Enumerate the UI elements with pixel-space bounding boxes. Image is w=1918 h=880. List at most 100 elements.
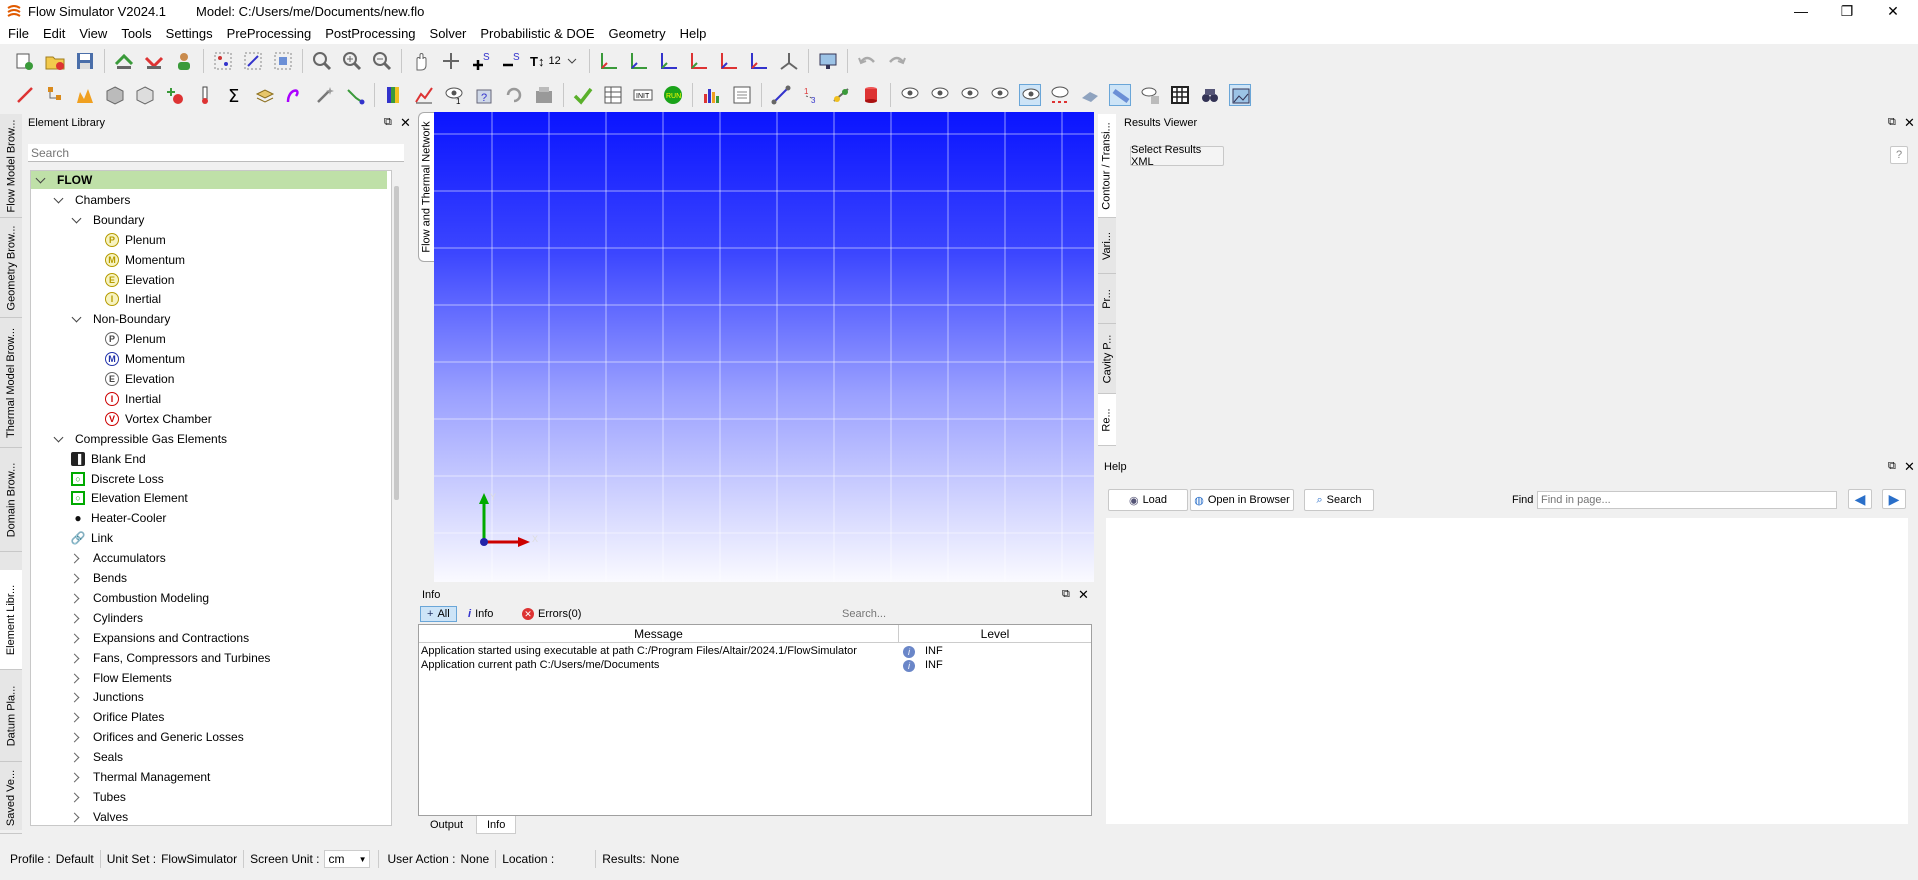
screen-capture-icon[interactable]: [817, 50, 839, 72]
chevron-right-icon[interactable]: [71, 572, 83, 584]
histogram-icon[interactable]: [74, 84, 96, 106]
zoom-out-icon[interactable]: [371, 50, 393, 72]
tab-geometry-browser[interactable]: Geometry Brow...: [0, 218, 22, 318]
move-icon[interactable]: [440, 50, 462, 72]
contour-icon[interactable]: [383, 84, 405, 106]
chevron-right-icon[interactable]: [71, 632, 83, 644]
eye-c-icon[interactable]: [989, 84, 1011, 106]
tree-item[interactable]: E Elevation: [105, 271, 174, 289]
chevron-right-icon[interactable]: [71, 811, 83, 823]
filter-all-button[interactable]: + All: [420, 606, 457, 622]
zoom-fit-icon[interactable]: [311, 50, 333, 72]
float-icon[interactable]: ⧉: [1888, 116, 1896, 129]
store-icon[interactable]: [533, 84, 555, 106]
help-icon[interactable]: ?: [1890, 146, 1908, 164]
tree-item[interactable]: Orifice Plates: [71, 708, 164, 726]
view-yx-icon[interactable]: [598, 50, 620, 72]
export-icon[interactable]: [143, 50, 165, 72]
redo-icon[interactable]: [886, 50, 908, 72]
filter-info-button[interactable]: i Info: [468, 606, 493, 622]
graphics-viewport[interactable]: Y X: [434, 112, 1094, 582]
close-button[interactable]: ✕: [1870, 0, 1916, 22]
tab-cavity-properties[interactable]: Cavity P...: [1098, 324, 1116, 394]
eye-dashed-icon[interactable]: [1049, 84, 1071, 106]
add-shape-icon[interactable]: [164, 84, 186, 106]
save-icon[interactable]: [74, 50, 96, 72]
tree-item[interactable]: Flow Elements: [71, 669, 172, 687]
tree-item[interactable]: V Vortex Chamber: [105, 410, 212, 428]
tab-element-library[interactable]: Element Libr...: [0, 570, 22, 670]
element-search-input[interactable]: [28, 144, 404, 162]
tab-properties[interactable]: Pr...: [1098, 274, 1116, 324]
info-search-input[interactable]: [840, 606, 1088, 622]
curve-icon[interactable]: [284, 84, 306, 106]
run-icon[interactable]: RUN: [662, 84, 684, 106]
menu-postprocessing[interactable]: PostProcessing: [325, 26, 415, 41]
tree-item[interactable]: M Momentum: [105, 251, 185, 269]
menu-solver[interactable]: Solver: [430, 26, 467, 41]
grid-eye-icon[interactable]: [1139, 84, 1161, 106]
chevron-down-icon[interactable]: [53, 433, 65, 445]
undo-icon[interactable]: [856, 50, 878, 72]
close-icon[interactable]: ✕: [1904, 115, 1915, 131]
table-row[interactable]: Application started using executable at …: [421, 645, 1089, 659]
chevron-right-icon[interactable]: [71, 552, 83, 564]
chevron-down-icon[interactable]: [567, 50, 577, 72]
menu-edit[interactable]: Edit: [43, 26, 65, 41]
tree-item[interactable]: ● Heater-Cooler: [71, 509, 166, 527]
plot-icon[interactable]: [413, 84, 435, 106]
chevron-right-icon[interactable]: [71, 771, 83, 783]
float-icon[interactable]: ⧉: [1062, 588, 1070, 601]
chevron-right-icon[interactable]: [71, 731, 83, 743]
import-icon[interactable]: [113, 50, 135, 72]
table-icon[interactable]: [602, 84, 624, 106]
chevron-right-icon[interactable]: [71, 652, 83, 664]
open-model-icon[interactable]: [44, 50, 66, 72]
find-in-page-input[interactable]: [1537, 491, 1837, 509]
chevron-right-icon[interactable]: [71, 751, 83, 763]
close-icon[interactable]: ✕: [1904, 459, 1915, 475]
maximize-button[interactable]: ❐: [1824, 0, 1870, 22]
tree-item[interactable]: P Plenum: [105, 231, 166, 249]
thermometer-icon[interactable]: [194, 84, 216, 106]
tab-contour-transient[interactable]: Contour / Transi...: [1098, 114, 1116, 218]
report-icon[interactable]: [731, 84, 753, 106]
add-element-icon[interactable]: S: [470, 50, 492, 72]
box-icon[interactable]: [134, 84, 156, 106]
tab-output[interactable]: Output: [420, 816, 473, 834]
user-icon[interactable]: [173, 50, 195, 72]
view-zy-icon[interactable]: [658, 50, 680, 72]
tree-item[interactable]: Combustion Modeling: [71, 589, 209, 607]
tree-item[interactable]: M Momentum: [105, 350, 185, 368]
tree-item[interactable]: Tubes: [71, 788, 126, 806]
select-nodes-icon[interactable]: [212, 50, 234, 72]
tab-domain-browser[interactable]: Domain Brow...: [0, 448, 22, 552]
zoom-in-icon[interactable]: [341, 50, 363, 72]
tab-variables[interactable]: Vari...: [1098, 218, 1116, 274]
wand-icon[interactable]: [314, 84, 336, 106]
tree-item[interactable]: Boundary: [71, 211, 144, 229]
float-icon[interactable]: ⧉: [384, 116, 392, 129]
menu-settings[interactable]: Settings: [166, 26, 213, 41]
tree-item[interactable]: Thermal Management: [71, 768, 210, 786]
float-icon[interactable]: ⧉: [1888, 460, 1896, 473]
chevron-down-icon[interactable]: [53, 194, 65, 206]
chain-icon[interactable]: [830, 84, 852, 106]
chevron-right-icon[interactable]: [71, 711, 83, 723]
chevron-right-icon[interactable]: [71, 592, 83, 604]
minimize-button[interactable]: —: [1778, 0, 1824, 22]
viewport-tab[interactable]: Flow and Thermal Network: [418, 112, 434, 262]
tab-datum-planes[interactable]: Datum Pla...: [0, 670, 22, 762]
screen-unit-select[interactable]: cm ▼: [324, 850, 371, 868]
tree-icon[interactable]: [44, 84, 66, 106]
chevron-right-icon[interactable]: [71, 791, 83, 803]
cylinder-icon[interactable]: [860, 84, 882, 106]
cube-icon[interactable]: [104, 84, 126, 106]
chevron-right-icon[interactable]: [71, 672, 83, 684]
tree-item[interactable]: Seals: [71, 748, 123, 766]
close-icon[interactable]: ✕: [1078, 587, 1089, 603]
tree-item[interactable]: Compressible Gas Elements: [53, 430, 227, 448]
eye-1-icon[interactable]: 1: [443, 84, 465, 106]
tab-results[interactable]: Re...: [1098, 394, 1116, 446]
edge-icon[interactable]: [770, 84, 792, 106]
